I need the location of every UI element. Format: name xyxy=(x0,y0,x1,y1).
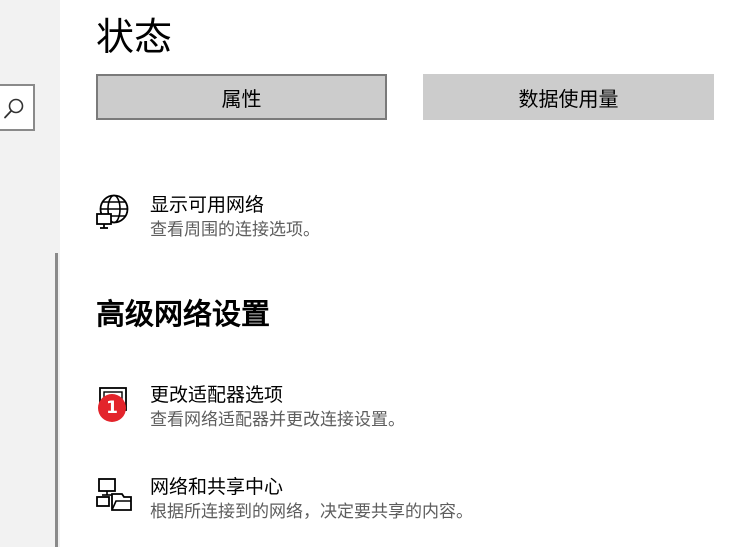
change-adapter-options-link[interactable]: 1 更改适配器选项 查看网络适配器并更改连接设置。 xyxy=(96,382,656,442)
scrollbar[interactable] xyxy=(55,253,58,547)
page-title: 状态 xyxy=(96,15,173,59)
properties-button[interactable]: 属性 xyxy=(96,74,387,120)
change-adapter-options-title: 更改适配器选项 xyxy=(150,384,284,406)
advanced-network-settings-heading: 高级网络设置 xyxy=(96,297,271,331)
sharing-center-icon xyxy=(96,478,132,511)
show-available-networks-link[interactable]: 显示可用网络 查看周围的连接选项。 xyxy=(96,192,656,252)
globe-monitor-icon xyxy=(96,194,129,229)
network-sharing-center-title: 网络和共享中心 xyxy=(150,476,284,498)
network-sharing-center-link[interactable]: 网络和共享中心 根据所连接到的网络，决定要共享的内容。 xyxy=(96,474,656,534)
left-navigation-pane xyxy=(0,0,60,547)
change-adapter-options-description: 查看网络适配器并更改连接设置。 xyxy=(150,410,405,430)
main-content: 状态 属性 数据使用量 显示可用网络 查看周围的连接选项。 高级网络设置 1 更… xyxy=(60,0,738,547)
show-networks-title: 显示可用网络 xyxy=(150,194,265,216)
show-networks-description: 查看周围的连接选项。 xyxy=(150,220,320,240)
search-icon[interactable] xyxy=(3,97,25,121)
network-sharing-center-description: 根据所连接到的网络，决定要共享的内容。 xyxy=(150,502,473,522)
notification-badge: 1 xyxy=(98,394,126,422)
search-box[interactable] xyxy=(0,84,35,131)
data-usage-button[interactable]: 数据使用量 xyxy=(423,74,714,120)
